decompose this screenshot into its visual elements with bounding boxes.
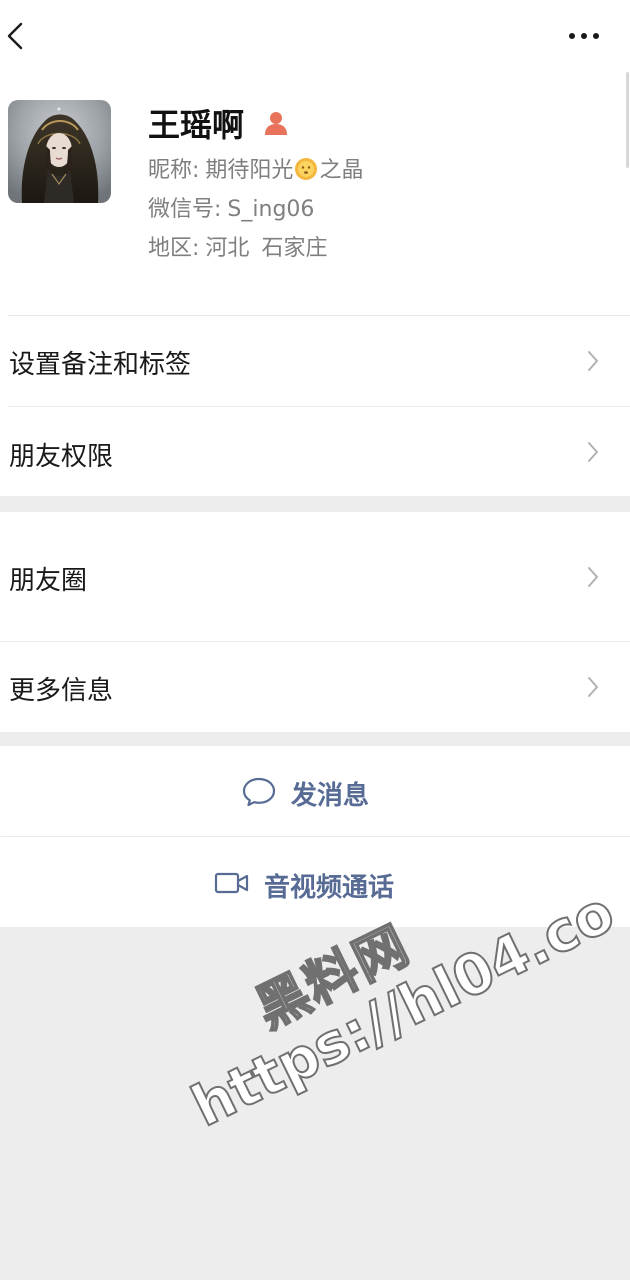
avatar-image xyxy=(8,100,111,203)
sun-face-emoji-icon xyxy=(295,158,318,180)
wechat-id-value: S_ing06 xyxy=(227,197,315,222)
send-message-label: 发消息 xyxy=(291,781,370,811)
chevron-left-icon xyxy=(7,22,23,50)
more-dots-icon xyxy=(569,33,599,39)
menu-item-more-info[interactable]: 更多信息 xyxy=(0,642,630,732)
menu-item-label: 更多信息 xyxy=(9,676,114,706)
menu-item-label: 朋友权限 xyxy=(9,442,114,472)
region-province: 河北 xyxy=(205,236,250,261)
video-call-button[interactable]: 音视频通话 xyxy=(0,837,630,927)
send-message-button[interactable]: 发消息 xyxy=(0,746,630,836)
nickname-label: 昵称: xyxy=(148,158,200,183)
female-person-icon xyxy=(265,112,287,135)
region-city: 石家庄 xyxy=(261,236,328,261)
nav-bar xyxy=(0,0,630,72)
nickname-text-start: 期待阳光 xyxy=(205,158,294,183)
chevron-right-icon xyxy=(588,677,598,697)
chat-bubble-icon xyxy=(242,777,276,807)
menu-item-label: 朋友圈 xyxy=(9,566,88,596)
profile-name: 王瑶啊 xyxy=(148,106,245,144)
wechat-id-line: 微信号: S_ing06 xyxy=(148,192,314,228)
menu-item-remark-tags[interactable]: 设置备注和标签 xyxy=(0,316,630,406)
region-line: 地区: 河北 石家庄 xyxy=(148,231,327,267)
scrollbar-thumb[interactable] xyxy=(626,72,629,168)
chevron-right-icon xyxy=(588,567,598,587)
wechat-id-label: 微信号: xyxy=(148,197,222,222)
menu-item-friend-permissions[interactable]: 朋友权限 xyxy=(0,407,630,496)
video-call-label: 音视频通话 xyxy=(264,873,395,903)
video-camera-icon xyxy=(214,872,249,894)
chevron-right-icon xyxy=(588,351,598,371)
nickname-line: 昵称: 期待阳光 之晶 xyxy=(148,153,363,189)
menu-item-moments[interactable]: 朋友圈 xyxy=(0,512,630,641)
profile-avatar[interactable] xyxy=(8,100,111,203)
menu-item-label: 设置备注和标签 xyxy=(9,350,192,380)
chevron-right-icon xyxy=(588,442,598,462)
nickname-value: 期待阳光 之晶 xyxy=(205,158,363,183)
region-label: 地区: xyxy=(148,236,200,261)
more-options-button[interactable] xyxy=(562,22,608,50)
nickname-text-end: 之晶 xyxy=(319,158,364,183)
back-button[interactable] xyxy=(2,18,32,54)
